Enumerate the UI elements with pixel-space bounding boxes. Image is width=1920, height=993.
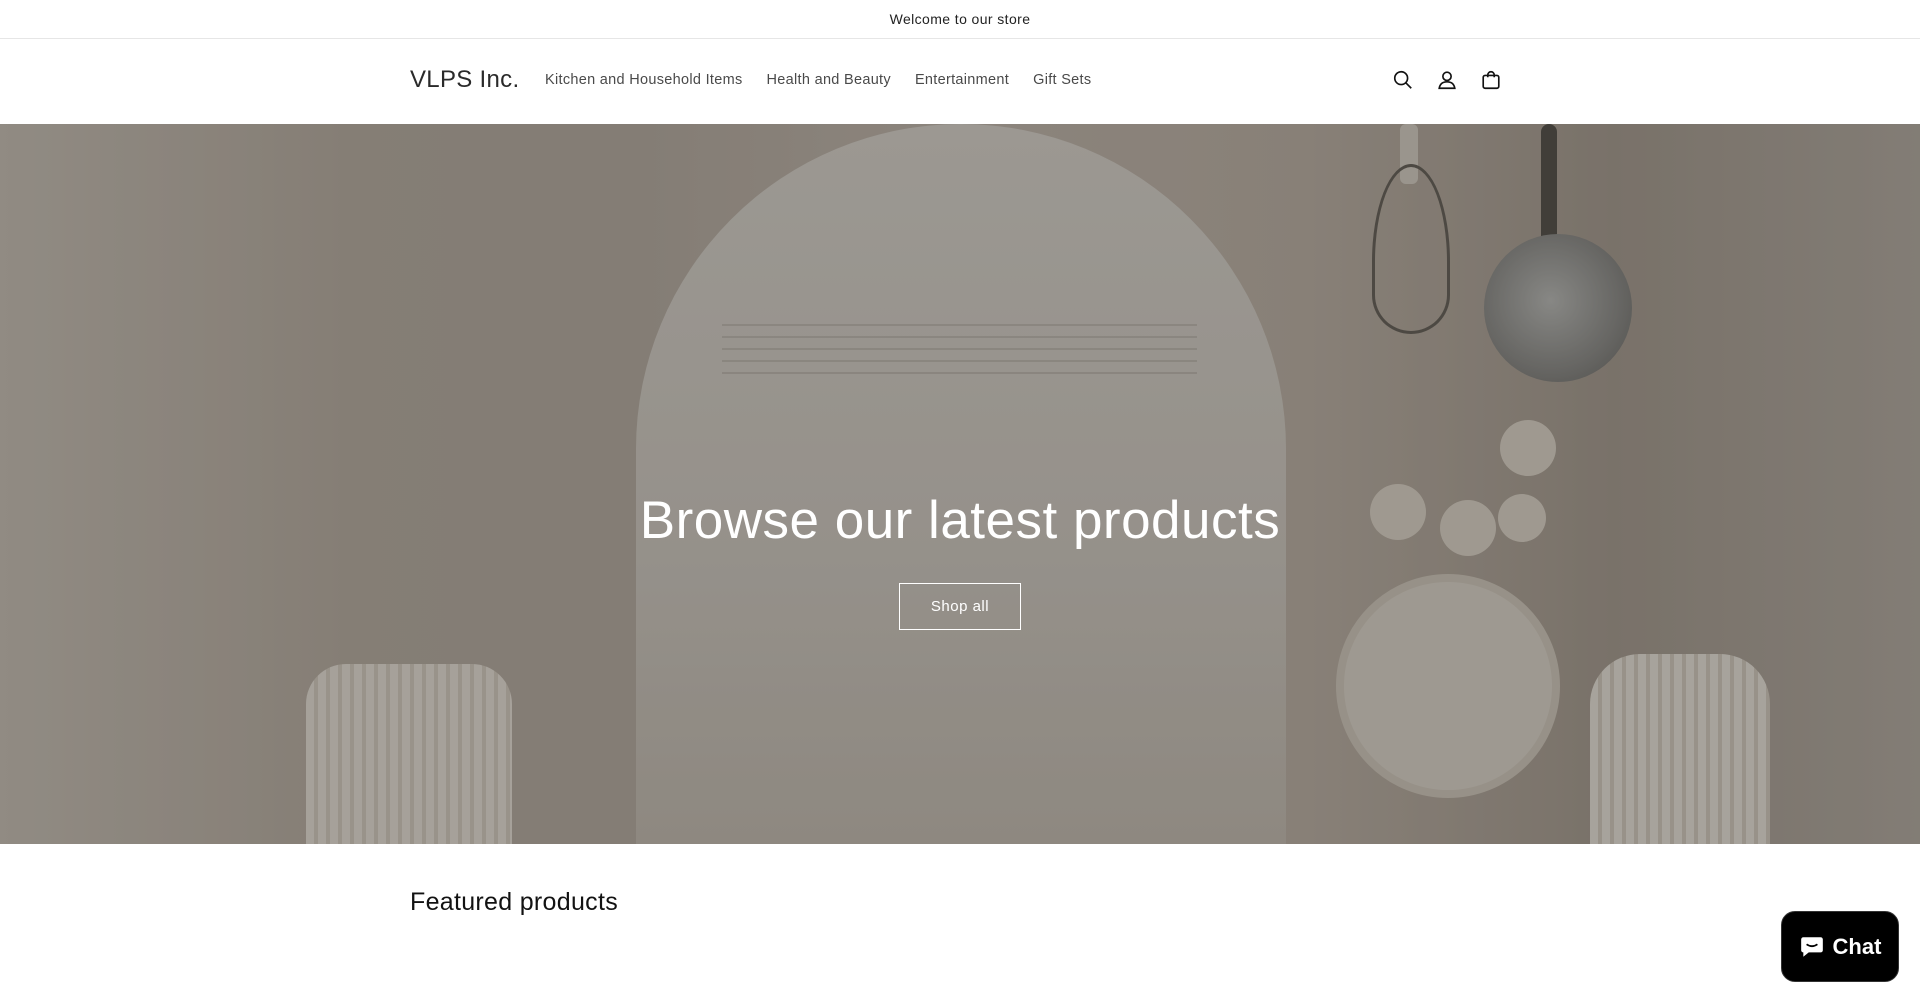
search-icon [1393,70,1412,89]
hero-overlay [0,124,1920,844]
nav-item-kitchen[interactable]: Kitchen and Household Items [545,72,743,88]
hero-title: Browse our latest products [639,491,1281,550]
main-nav: Kitchen and Household Items Health and B… [545,72,1115,88]
header-icons [1389,66,1505,94]
cart-button[interactable] [1477,66,1505,94]
account-icon [1438,71,1456,90]
chat-button[interactable]: Chat [1781,911,1899,982]
chat-bubble-icon [1800,936,1823,957]
cart-icon [1482,71,1500,90]
announcement-bar: Welcome to our store [0,0,1920,39]
account-button[interactable] [1433,66,1461,94]
featured-products-heading: Featured products [410,888,618,916]
site-header: VLPS Inc. Kitchen and Household Items He… [0,39,1920,124]
nav-item-health-beauty[interactable]: Health and Beauty [767,72,891,88]
announcement-text: Welcome to our store [889,11,1031,27]
nav-item-gift-sets[interactable]: Gift Sets [1033,72,1091,88]
store-logo[interactable]: VLPS Inc. [410,66,519,94]
nav-item-entertainment[interactable]: Entertainment [915,72,1009,88]
search-button[interactable] [1389,66,1417,94]
hero-banner [0,124,1920,844]
shop-all-button[interactable]: Shop all [899,583,1021,630]
chat-label: Chat [1832,933,1882,959]
